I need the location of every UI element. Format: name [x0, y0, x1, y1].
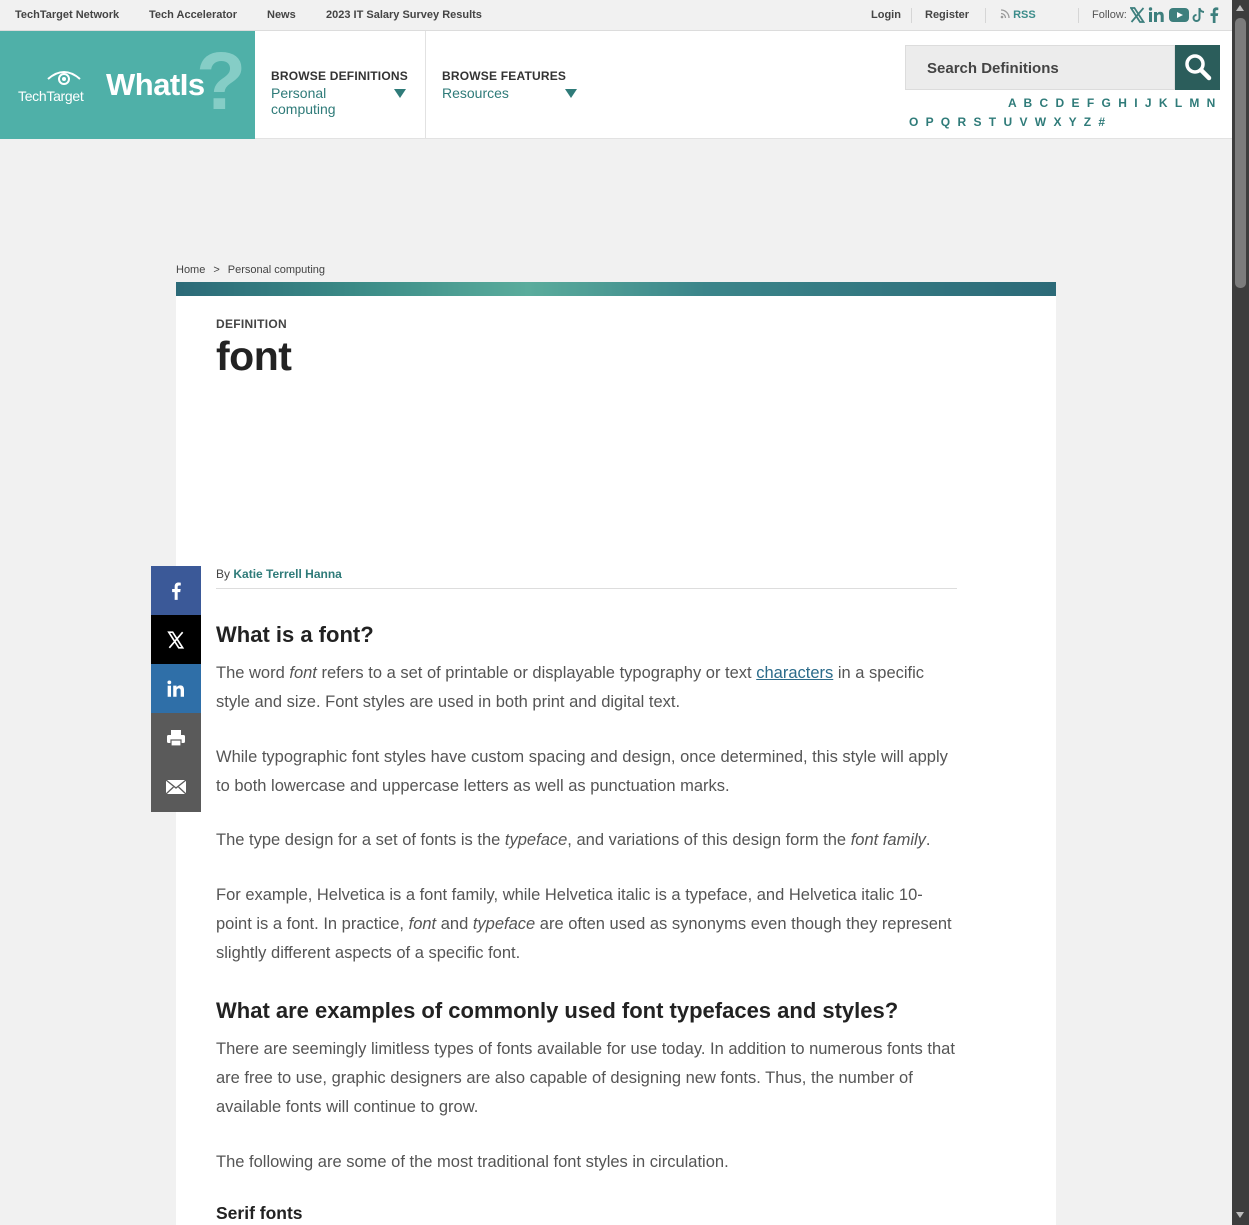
tiktok-icon[interactable] — [1192, 6, 1206, 24]
eye-logo-icon — [47, 71, 81, 85]
browse-features-menu[interactable]: BROWSE FEATURES Resources — [442, 31, 582, 139]
share-linkedin-button[interactable] — [151, 664, 201, 713]
text: . — [925, 831, 931, 849]
scroll-down-arrow[interactable] — [1236, 1212, 1244, 1218]
breadcrumb-home[interactable]: Home — [176, 264, 205, 276]
scrollbar-thumb[interactable] — [1235, 18, 1246, 288]
browse-definitions-selected: Personal computing — [271, 85, 336, 117]
youtube-icon[interactable] — [1168, 6, 1190, 24]
search-icon — [1185, 54, 1212, 81]
breadcrumb-separator: > — [213, 264, 220, 276]
link-tech-accelerator[interactable]: Tech Accelerator — [149, 9, 237, 21]
facebook-icon[interactable] — [1209, 6, 1219, 24]
definition-kicker: DEFINITION — [216, 317, 287, 331]
chevron-down-icon — [565, 89, 577, 98]
byline-prefix: By — [216, 567, 231, 581]
whatis-title: WhatIs — [106, 67, 205, 102]
print-button[interactable] — [151, 713, 201, 762]
link-techtarget-network[interactable]: TechTarget Network — [15, 9, 119, 21]
email-button[interactable] — [151, 762, 201, 812]
x-icon — [167, 630, 185, 649]
page-scrollbar[interactable] — [1232, 0, 1249, 1225]
site-header: TechTarget ? WhatIs BROWSE DEFINITIONS P… — [0, 31, 1232, 139]
chevron-down-icon — [394, 89, 406, 98]
login-link[interactable]: Login — [871, 9, 901, 21]
scroll-up-arrow[interactable] — [1236, 5, 1244, 11]
rss-link[interactable]: RSS — [1000, 9, 1036, 21]
register-link[interactable]: Register — [925, 9, 969, 21]
paragraph-5: There are seemingly limitless types of f… — [216, 1040, 955, 1116]
divider — [911, 8, 912, 23]
search-button[interactable] — [1175, 45, 1220, 90]
characters-link[interactable]: characters — [756, 664, 833, 682]
breadcrumb: Home > Personal computing — [176, 264, 325, 276]
text: refers to a set of printable or displaya… — [316, 664, 757, 682]
search-input[interactable]: Search Definitions — [905, 45, 1175, 90]
section-heading-what-is: What is a font? — [216, 622, 374, 647]
breadcrumb-current[interactable]: Personal computing — [228, 264, 325, 276]
alphabet-index-row2[interactable]: O P Q R S T U V W X Y Z # — [909, 115, 1105, 129]
emphasis: font — [408, 915, 437, 933]
x-icon[interactable] — [1130, 6, 1145, 24]
browse-definitions-heading: BROWSE DEFINITIONS — [271, 69, 408, 83]
text: The type design for a set of fonts is th… — [216, 831, 505, 849]
alphabet-index-row1[interactable]: A B C D E F G H I J K L M N — [1008, 96, 1215, 110]
subheading-serif-fonts: Serif fonts — [216, 1203, 303, 1223]
paragraph-6: The following are some of the most tradi… — [216, 1153, 729, 1171]
header-gradient-band — [176, 282, 1056, 296]
link-salary-survey[interactable]: 2023 IT Salary Survey Results — [326, 9, 482, 21]
paragraph-4: For example, Helvetica is a font family,… — [216, 881, 956, 968]
linkedin-icon — [167, 679, 184, 697]
browse-features-selected: Resources — [442, 85, 509, 101]
page-title: font — [216, 333, 292, 379]
facebook-icon — [172, 582, 181, 600]
follow-label: Follow: — [1092, 9, 1127, 21]
paragraph-2: While typographic font styles have custo… — [216, 748, 948, 795]
print-icon — [167, 729, 185, 747]
text: , and variations of this design form the — [567, 831, 851, 849]
rss-label: RSS — [1013, 9, 1036, 21]
emphasis: font — [289, 664, 317, 682]
techtarget-brand: TechTarget — [18, 88, 84, 104]
emphasis: font family — [850, 831, 926, 849]
article-card: DEFINITION font By Katie Terrell Hanna W… — [176, 282, 1056, 1225]
divider — [1078, 8, 1079, 23]
link-news[interactable]: News — [267, 9, 296, 21]
rss-icon — [1000, 9, 1010, 19]
divider — [985, 8, 986, 23]
paragraph-1: The word font refers to a set of printab… — [216, 659, 956, 717]
share-facebook-button[interactable] — [151, 566, 201, 615]
browse-definitions-menu[interactable]: BROWSE DEFINITIONS Personal computing — [271, 31, 411, 139]
email-icon — [165, 779, 187, 795]
share-x-button[interactable] — [151, 615, 201, 664]
author-link[interactable]: Katie Terrell Hanna — [233, 567, 341, 581]
emphasis: typeface — [504, 831, 568, 849]
text: The word — [216, 664, 290, 682]
linkedin-icon[interactable] — [1148, 6, 1165, 24]
byline: By Katie Terrell Hanna — [216, 567, 957, 589]
whatis-logo[interactable]: TechTarget ? WhatIs — [0, 31, 255, 139]
text: and — [436, 915, 473, 933]
top-utility-bar: TechTarget Network Tech Accelerator News… — [0, 0, 1232, 31]
section-heading-examples: What are examples of commonly used font … — [216, 998, 899, 1023]
paragraph-3: The type design for a set of fonts is th… — [216, 826, 956, 855]
emphasis: typeface — [472, 915, 536, 933]
browse-features-heading: BROWSE FEATURES — [442, 69, 567, 83]
divider — [425, 31, 426, 139]
